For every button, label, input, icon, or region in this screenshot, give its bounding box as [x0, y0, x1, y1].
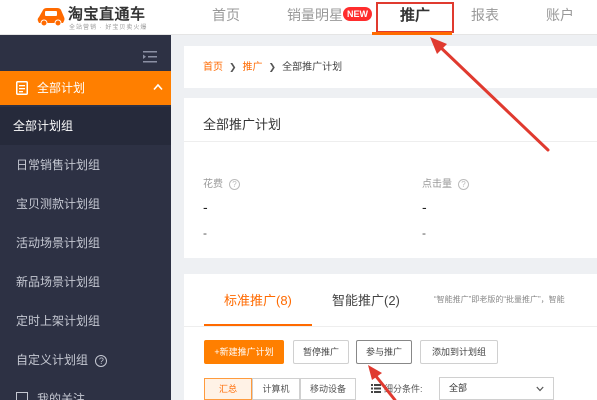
top-bar: 淘宝直通车 全站营销 · 好宝贝卖火爆 首页 销量明星 NEW 推广 报表 账户: [0, 0, 597, 35]
nav-best-sellers[interactable]: 销量明星: [287, 0, 343, 35]
sidebar-item-event-scene[interactable]: 活动场景计划组: [0, 224, 171, 262]
logo[interactable]: 淘宝直通车 全站营销 · 好宝贝卖火爆: [36, 3, 176, 31]
join-promotion-button[interactable]: 参与推广: [356, 340, 412, 364]
sidebar-item-new-product-scene[interactable]: 新品场景计划组: [0, 263, 171, 301]
tab-note: “智能推广”即老版的“批量推广”，智能: [434, 295, 565, 304]
metric-cost-label: 花费?: [203, 175, 240, 190]
breadcrumb-separator: ❯: [229, 62, 237, 72]
breadcrumb-home[interactable]: 首页: [203, 62, 223, 73]
device-mobile-tab[interactable]: 移动设备: [300, 378, 356, 400]
sidebar-item-product-testing[interactable]: 宝贝测款计划组: [0, 185, 171, 223]
active-tab-indicator: [204, 324, 312, 326]
sidebar-section-label: 全部计划: [37, 81, 86, 95]
new-plan-button[interactable]: +新建推广计划: [204, 340, 284, 364]
new-badge: NEW: [343, 7, 372, 21]
sidebar-item-all-groups[interactable]: 全部计划组: [0, 107, 171, 145]
follow-icon: [16, 392, 28, 400]
sidebar-item-label: 全部计划组: [13, 119, 74, 133]
nav-home[interactable]: 首页: [212, 0, 240, 35]
divider: [184, 141, 597, 142]
sidebar-item-label: 活动场景计划组: [16, 236, 101, 250]
divider: [184, 326, 597, 327]
metric-label-text: 花费: [203, 179, 223, 190]
metric-clicks-compare: -: [422, 226, 426, 240]
metric-clicks-value: -: [422, 199, 427, 215]
sidebar-item-label: 新品场景计划组: [16, 275, 101, 289]
device-summary-tab[interactable]: 汇总: [204, 378, 252, 400]
tab-smart-promotion[interactable]: 智能推广(2): [332, 290, 400, 309]
nav-account[interactable]: 账户: [546, 0, 574, 35]
brand-tagline: 全站营销 · 好宝贝卖火爆: [69, 25, 148, 31]
metric-label-text: 点击量: [422, 179, 452, 190]
nav-reports[interactable]: 报表: [471, 0, 499, 35]
help-icon[interactable]: ?: [229, 178, 240, 190]
sidebar-item-label: 定时上架计划组: [16, 314, 101, 328]
sidebar-item-label: 自定义计划组: [16, 353, 89, 367]
sidebar-item-label: 宝贝测款计划组: [16, 197, 101, 211]
page-title: 全部推广计划: [203, 117, 282, 132]
metric-clicks-label: 点击量?: [422, 175, 469, 190]
active-nav-indicator: [372, 32, 452, 35]
breadcrumb-current: 全部推广计划: [282, 62, 343, 73]
add-to-group-button[interactable]: 添加到计划组: [420, 340, 498, 364]
chevron-down-icon: [536, 386, 544, 392]
metric-cost-compare: -: [203, 226, 207, 240]
segment-filter-label: 细分条件:: [384, 384, 423, 394]
chevron-up-icon: [153, 83, 163, 91]
overview-card: 全部推广计划 花费? - - 点击量? - -: [184, 98, 597, 258]
list-filter-icon: [371, 384, 381, 393]
car-logo-icon: [37, 8, 65, 27]
device-pc-tab[interactable]: 计算机: [252, 378, 300, 400]
collapse-menu-icon[interactable]: [143, 51, 157, 63]
breadcrumb: 首页 ❯ 推广 ❯ 全部推广计划: [184, 46, 597, 88]
segment-select-value: 全部: [449, 383, 468, 393]
document-icon: [16, 81, 28, 95]
sidebar: 全部计划 全部计划组 日常销售计划组 宝贝测款计划组 活动场景计划组 新品场景计…: [0, 35, 171, 400]
tab-standard-promotion[interactable]: 标准推广(8): [224, 290, 292, 309]
sidebar-item-label: 我的关注: [37, 392, 86, 400]
breadcrumb-promotion[interactable]: 推广: [243, 62, 263, 73]
breadcrumb-separator: ❯: [268, 62, 277, 72]
brand-name: 淘宝直通车: [68, 6, 146, 23]
sidebar-item-custom-group[interactable]: 自定义计划组 ?: [0, 341, 171, 379]
help-icon[interactable]: ?: [458, 178, 469, 190]
sidebar-item-my-follows[interactable]: 我的关注: [0, 380, 171, 400]
sidebar-item-scheduled-listing[interactable]: 定时上架计划组: [0, 302, 171, 340]
plans-card: 标准推广(8) 智能推广(2) “智能推广”即老版的“批量推广”，智能 +新建推…: [184, 274, 597, 400]
segment-select[interactable]: 全部: [439, 377, 554, 400]
help-icon[interactable]: ?: [95, 354, 108, 367]
sidebar-section-all-plans[interactable]: 全部计划: [0, 71, 171, 105]
nav-promotion[interactable]: 推广: [376, 2, 454, 33]
pause-promotion-button[interactable]: 暂停推广: [293, 340, 349, 364]
sidebar-item-daily-sales[interactable]: 日常销售计划组: [0, 146, 171, 184]
metric-cost-value: -: [203, 199, 208, 215]
sidebar-item-label: 日常销售计划组: [16, 158, 101, 172]
